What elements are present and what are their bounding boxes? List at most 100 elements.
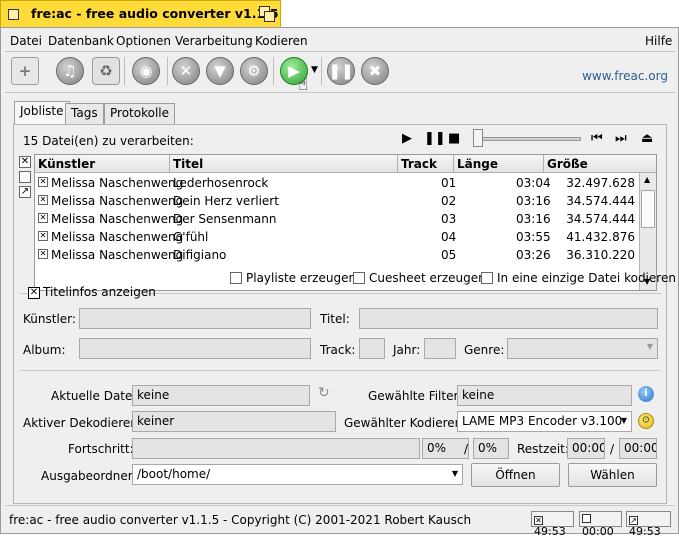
progress-percent-field: 0%	[422, 438, 469, 459]
window-title-tab[interactable]: fre:ac - free audio converter v1.1.5	[0, 0, 281, 27]
tab-logs[interactable]: Protokolle	[104, 103, 175, 124]
table-row[interactable]: ✕ Melissa Naschenweng Dein Herz verliert 02…	[35, 192, 639, 210]
table-row[interactable]: ✕ Melissa Naschenweng Der Sensenmann 03 03:1…	[35, 210, 639, 228]
cell-artist: Melissa Naschenweng	[51, 230, 184, 244]
title-field[interactable]	[359, 308, 658, 329]
single-file-label: In eine einzige Datei kodieren	[497, 271, 676, 285]
encoder-label: Gewählter Kodierer:	[344, 416, 464, 430]
playlist-checkbox[interactable]	[230, 272, 242, 284]
website-link[interactable]: www.freac.org	[582, 69, 668, 83]
filter-label: Gewählte Filter:	[368, 389, 463, 403]
artist-field[interactable]	[79, 308, 311, 329]
unselected-length-box: ↗49:53	[626, 511, 671, 538]
menu-encode[interactable]: Kodieren	[255, 34, 308, 48]
decoder-label: Aktiver Dekodierer:	[23, 416, 140, 430]
row-checkbox[interactable]: ✕	[38, 177, 48, 187]
toolbar-separator	[124, 57, 125, 85]
status-bar-text: fre:ac - free audio converter v1.1.5 - C…	[9, 513, 472, 527]
stop-icon[interactable]: ✖	[361, 57, 389, 85]
cddb-query-icon[interactable]: ◉	[132, 57, 160, 85]
genre-dropdown-icon[interactable]: ▼	[647, 342, 653, 351]
eject-icon[interactable]: ⏏	[641, 131, 653, 146]
menu-help[interactable]: Hilfe	[645, 34, 672, 48]
select-none-checkbox[interactable]	[19, 171, 31, 183]
column-header-size[interactable]: Größe	[544, 155, 656, 173]
remove-files-icon[interactable]: ♻	[92, 57, 120, 85]
cell-artist: Melissa Naschenweng	[51, 248, 184, 262]
cuesheet-checkbox[interactable]	[353, 272, 365, 284]
tab-joblist[interactable]: Jobliste	[14, 101, 70, 125]
table-row[interactable]: ✕ Melissa Naschenweng Difigiano 05 03:26 36.3…	[35, 246, 639, 264]
table-row[interactable]: ✕ Melissa Naschenweng G'fühl 04 03:55 41.432.…	[35, 228, 639, 246]
playback-slider-handle[interactable]	[473, 129, 483, 147]
add-audio-cd-icon[interactable]: ♫	[56, 57, 84, 85]
window-title: fre:ac - free audio converter v1.1.5	[31, 6, 279, 21]
cell-title: Lederhosenrock	[173, 176, 269, 190]
menu-options[interactable]: Optionen	[116, 34, 171, 48]
album-label: Album:	[23, 343, 66, 357]
year-field[interactable]	[424, 338, 456, 359]
row-checkbox[interactable]: ✕	[38, 213, 48, 223]
cell-size: 41.432.876	[566, 230, 635, 244]
row-checkbox[interactable]: ✕	[38, 231, 48, 241]
menu-file[interactable]: Datei	[10, 34, 42, 48]
titleinfo-group-border	[19, 293, 27, 294]
cell-length: 03:55	[516, 230, 551, 244]
menu-database[interactable]: Datenbank	[48, 34, 114, 48]
selected-length-box: 00:00	[579, 511, 622, 538]
choose-button[interactable]: Wählen	[568, 463, 657, 487]
tab-tags[interactable]: Tags	[65, 103, 104, 124]
column-header-artist[interactable]: Künstler	[35, 155, 170, 173]
titleinfo-toggle-checkbox[interactable]: ✕	[28, 287, 40, 299]
cell-artist: Melissa Naschenweng	[51, 212, 184, 226]
toolbar-separator	[321, 57, 322, 85]
album-field[interactable]	[79, 338, 311, 359]
output-dir-select[interactable]: /boot/home/ ▼	[132, 464, 463, 485]
genre-select[interactable]: ▼	[507, 338, 658, 359]
scrollbar-thumb[interactable]	[641, 190, 655, 228]
select-all-checkbox[interactable]: ✕	[19, 156, 31, 168]
selected-tracks-icon	[582, 514, 591, 523]
info-icon[interactable]: i	[638, 386, 654, 402]
playback-slider-track[interactable]	[475, 137, 581, 141]
single-file-checkbox[interactable]	[481, 272, 493, 284]
column-header-length[interactable]: Länge	[454, 155, 544, 173]
row-checkbox[interactable]: ✕	[38, 249, 48, 259]
scroll-up-icon[interactable]: ▲	[644, 175, 650, 184]
pause-playback-icon[interactable]: ❚❚	[424, 131, 446, 146]
column-header-title[interactable]: Titel	[170, 155, 398, 173]
column-header-track[interactable]: Track	[398, 155, 454, 173]
encoder-settings-gear-icon[interactable]: ⚙	[638, 413, 654, 429]
filter-icon[interactable]: ▼	[206, 57, 234, 85]
status-bar: fre:ac - free audio converter v1.1.5 - C…	[6, 511, 674, 538]
decoder-field: keiner	[132, 411, 336, 432]
cell-title: Der Sensenmann	[173, 212, 277, 226]
output-dir-dropdown-icon[interactable]: ▼	[452, 469, 458, 478]
track-number-field[interactable]	[359, 338, 385, 359]
row-checkbox[interactable]: ✕	[38, 195, 48, 205]
previous-track-icon[interactable]: ⏮	[591, 131, 603, 146]
tools-icon[interactable]: ✕	[172, 57, 200, 85]
main-window: Datei Datenbank Optionen Verarbeitung Ko…	[0, 27, 679, 538]
encoder-select[interactable]: LAME MP3 Encoder v3.100 ▼	[457, 411, 632, 432]
remaining-label: Restzeit:	[517, 442, 569, 456]
file-count-label: 15 Datei(en) zu verarbeiten:	[23, 134, 194, 148]
pause-icon[interactable]: ❚❚	[327, 57, 355, 85]
add-files-icon[interactable]: +	[11, 57, 39, 85]
open-button[interactable]: Öffnen	[471, 463, 560, 487]
settings-gear-icon[interactable]: ⚙	[240, 57, 268, 85]
unselected-tracks-icon: ↗	[629, 516, 638, 525]
cell-size: 34.574.444	[566, 194, 635, 208]
table-row[interactable]: ✕ Melissa Naschenweng Lederhosenrock 01 03:0…	[35, 174, 639, 192]
progress-total-percent-field: 0%	[473, 438, 509, 459]
play-icon[interactable]: ▶	[402, 131, 412, 146]
next-track-icon[interactable]: ⏭	[615, 131, 627, 146]
toggle-selection-checkbox[interactable]: ↗	[19, 186, 31, 198]
toolbar-separator-bottom	[5, 92, 675, 93]
close-window-icon[interactable]	[8, 9, 19, 20]
start-options-dropdown-icon[interactable]: ▼	[311, 65, 318, 75]
menu-processing[interactable]: Verarbeitung	[175, 34, 253, 48]
stop-playback-icon[interactable]: ■	[448, 131, 460, 146]
refresh-arrow-icon[interactable]: ↻	[318, 385, 330, 401]
encoder-dropdown-icon[interactable]: ▼	[621, 416, 627, 425]
